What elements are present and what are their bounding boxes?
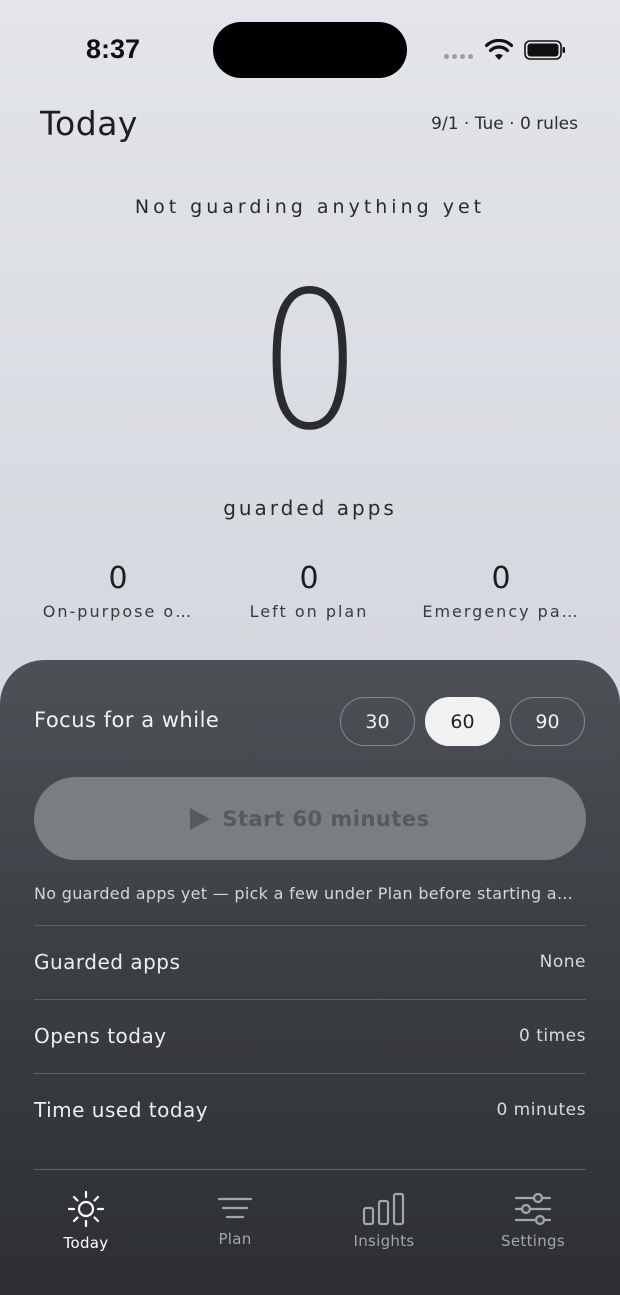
cellular-signal-icon	[444, 54, 473, 59]
stat-label: Left on plan	[249, 602, 369, 621]
sliders-icon	[514, 1192, 552, 1226]
opens-today-row: Opens today 0 times	[34, 1000, 586, 1072]
wifi-icon	[485, 39, 513, 60]
tab-settings[interactable]: Settings	[473, 1192, 593, 1250]
tab-today[interactable]: Today	[26, 1190, 146, 1252]
focus-panel: Focus for a while 30 60 90 Start 60 minu…	[0, 660, 620, 1295]
row-value: None	[539, 952, 586, 972]
stats-row: 0 On-purpose o… 0 Left on plan 0 Emergen…	[0, 560, 620, 630]
tab-label: Today	[63, 1234, 109, 1252]
guarded-apps-count: 0	[258, 251, 362, 472]
row-label: Opens today	[34, 1024, 167, 1048]
duration-90-button[interactable]: 90	[510, 697, 585, 746]
guarded-apps-row[interactable]: Guarded apps None	[34, 926, 586, 998]
row-label: Guarded apps	[34, 950, 181, 974]
sun-icon	[67, 1190, 105, 1228]
no-apps-hint: No guarded apps yet — pick a few under P…	[34, 884, 574, 903]
stat-value: 0	[108, 561, 128, 596]
tab-label: Settings	[501, 1232, 565, 1250]
status-bar: 8:37	[0, 0, 620, 100]
stat-left-on-plan: 0 Left on plan	[224, 560, 394, 621]
page-title: Today	[40, 104, 138, 143]
stat-value: 0	[491, 561, 511, 596]
guard-status-text: Not guarding anything yet	[134, 196, 486, 218]
duration-60-button[interactable]: 60	[425, 697, 500, 746]
status-time: 8:37	[86, 34, 141, 64]
time-used-row: Time used today 0 minutes	[34, 1074, 586, 1146]
focus-label: Focus for a while	[34, 708, 220, 732]
row-value: 0 times	[519, 1026, 586, 1046]
guarded-apps-label: guarded apps	[223, 496, 397, 520]
stat-on-purpose: 0 On-purpose o…	[33, 560, 203, 621]
tab-label: Insights	[353, 1232, 415, 1250]
stat-label: Emergency pa…	[422, 602, 580, 621]
duration-30-button[interactable]: 30	[340, 697, 415, 746]
tab-plan[interactable]: Plan	[175, 1194, 295, 1248]
start-focus-button[interactable]: Start 60 minutes	[34, 777, 586, 860]
row-value: 0 minutes	[496, 1100, 586, 1120]
tab-label: Plan	[218, 1230, 252, 1248]
row-label: Time used today	[34, 1098, 209, 1122]
start-focus-label: Start 60 minutes	[222, 806, 430, 831]
menu-lines-icon	[217, 1197, 253, 1219]
date-rules-summary: 9/1 · Tue · 0 rules	[431, 114, 578, 134]
stat-label: On-purpose o…	[42, 602, 194, 621]
bar-chart-icon	[362, 1192, 405, 1226]
battery-icon	[524, 40, 565, 60]
play-icon	[190, 807, 211, 830]
stat-value: 0	[299, 561, 319, 596]
tab-insights[interactable]: Insights	[324, 1192, 444, 1250]
stat-emergency: 0 Emergency pa…	[416, 560, 586, 621]
dynamic-island	[213, 22, 407, 78]
tab-bar: Today Plan Insights Settings	[0, 1170, 620, 1280]
